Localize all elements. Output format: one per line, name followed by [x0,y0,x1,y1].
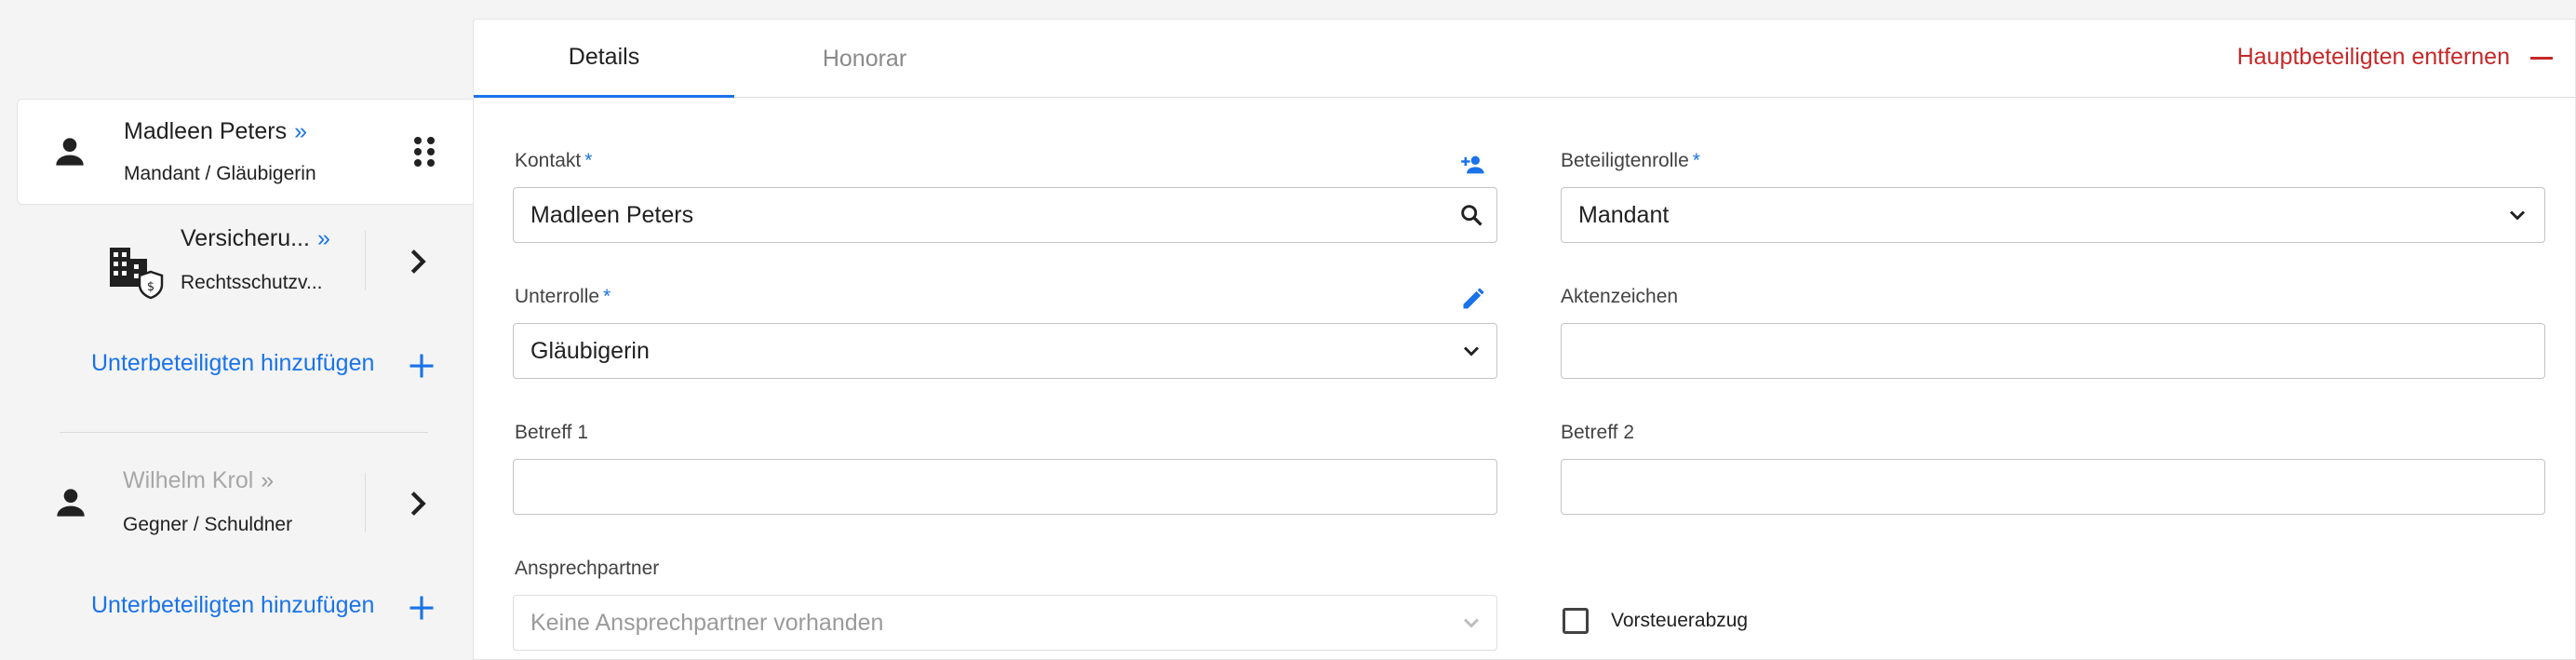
main-party-card[interactable]: Madleen Peters » Mandant / Gläubigerin [17,99,475,205]
person-icon [57,489,85,517]
open-contact-icon[interactable]: » [294,118,307,144]
chevron-down-icon[interactable] [2504,202,2530,228]
drag-handle-icon[interactable] [409,133,442,170]
building-shield-icon: $ [110,248,164,300]
required-marker: * [603,286,611,307]
contact-person-select[interactable]: Keine Ansprechpartner vorhanden [513,595,1497,651]
tab-details[interactable]: Details [474,20,734,98]
tab-honorar[interactable]: Honorar [734,20,995,98]
participants-sidebar: Madleen Peters» Mandant / Gläubigerin $ … [0,0,475,660]
main-party-name[interactable]: Madleen Peters » [124,118,307,145]
main-party-name-text[interactable]: Madleen Peters [124,118,287,144]
chevron-down-icon[interactable] [1458,610,1484,636]
party-role-label-text: Beteiligtenrolle [1561,150,1689,171]
divider [365,231,366,290]
plus-icon[interactable] [408,594,436,622]
required-marker: * [1692,150,1700,171]
contact-field[interactable]: Madleen Peters [513,187,1497,243]
sub-party-role: Rechtsschutzv... [181,272,323,293]
file-number-input[interactable] [1561,323,2545,379]
chevron-right-icon[interactable] [402,488,434,519]
divider [365,473,366,532]
contact-value: Madleen Peters [530,201,694,228]
required-marker: * [584,150,593,171]
contact-person-value: Keine Ansprechpartner vorhanden [530,609,884,636]
pencil-icon[interactable] [1460,286,1486,312]
file-number-label: Aktenzeichen [1561,286,1679,307]
svg-text:$: $ [147,280,154,294]
contact-person-label: Ansprechpartner [515,558,660,579]
subrole-label: Unterrolle * [515,286,610,308]
plus-icon[interactable] [408,352,436,380]
party-separator [60,432,428,433]
second-party-name-text[interactable]: Wilhelm Krol [123,467,253,493]
minus-icon[interactable] [2530,57,2553,60]
party-role-label: Beteiligtenrolle * [1561,150,1700,172]
subject2-input[interactable] [1561,459,2545,515]
remove-main-party-button[interactable]: Hauptbeteiligten entfernen [2237,44,2510,71]
person-icon [56,138,84,166]
subrole-value: Gläubigerin [530,337,650,364]
party-details-panel: Details Honorar Hauptbeteiligten entfern… [473,19,2576,660]
sub-party-name-text[interactable]: Versicheru... [181,225,310,251]
party-role-select[interactable]: Mandant [1561,187,2545,243]
party-role-value: Mandant [1578,201,1670,228]
main-party-role: Mandant / Gläubigerin [124,163,316,184]
person-add-icon[interactable] [1460,152,1486,178]
add-sub-party-link-1[interactable]: Unterbeteiligten hinzufügen [91,350,374,377]
subject1-input[interactable] [513,459,1497,515]
open-second-contact-icon[interactable]: » [261,467,274,493]
chevron-down-icon[interactable] [1458,338,1484,364]
sub-party-name[interactable]: Versicheru... » [181,225,330,252]
open-sub-contact-icon[interactable]: » [317,225,330,251]
subrole-label-text: Unterrolle [515,286,600,307]
vat-deduction-label[interactable]: Vorsteuerabzug [1611,610,1748,632]
second-party-role: Gegner / Schuldner [123,514,293,535]
search-icon[interactable] [1458,202,1484,228]
subrole-select[interactable]: Gläubigerin [513,323,1497,379]
add-sub-party-link-2[interactable]: Unterbeteiligten hinzufügen [91,592,374,619]
vat-deduction-checkbox[interactable] [1563,608,1589,634]
subject2-label: Betreff 2 [1561,422,1634,443]
tab-bar: Details Honorar Hauptbeteiligten entfern… [474,20,2575,98]
second-party-name[interactable]: Wilhelm Krol » [123,467,274,494]
subject1-label: Betreff 1 [515,422,588,443]
contact-label: Kontakt * [515,150,592,172]
chevron-right-icon[interactable] [402,246,434,277]
contact-label-text: Kontakt [515,150,582,171]
